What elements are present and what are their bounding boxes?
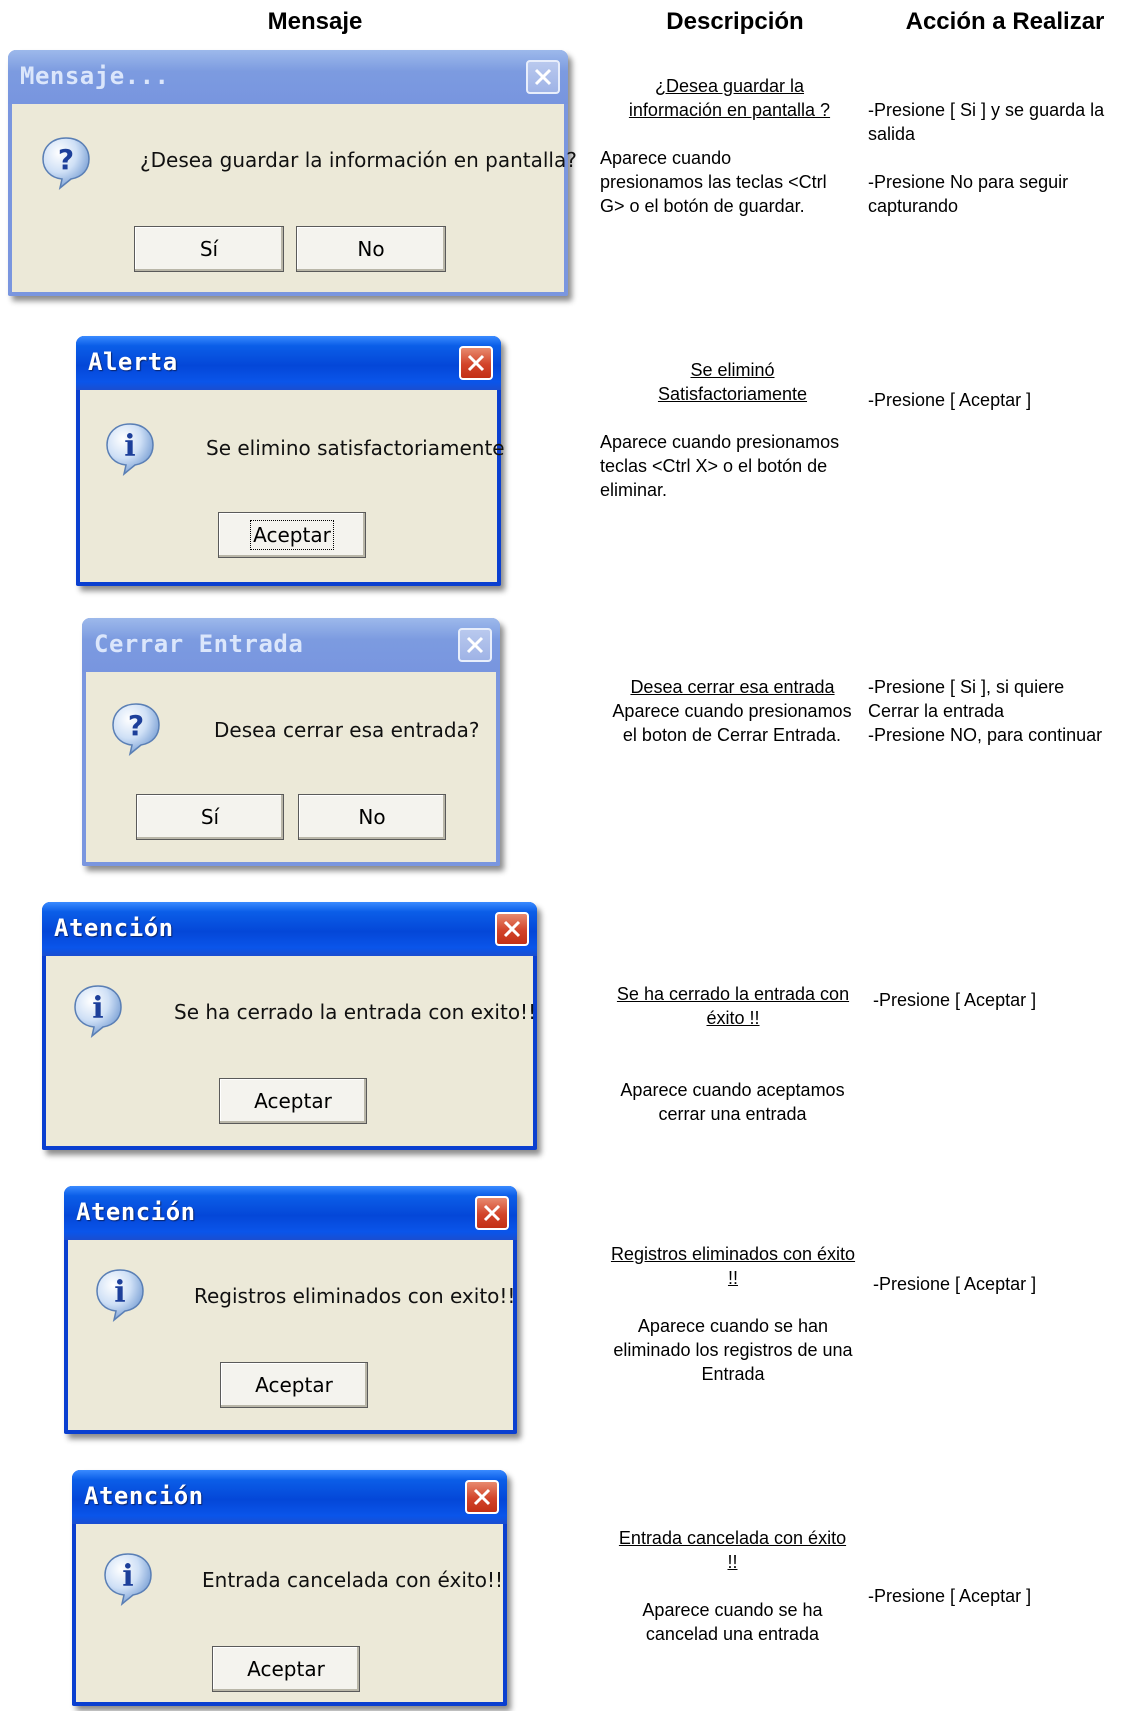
dialog-title: Atención xyxy=(54,914,174,942)
aceptar-button[interactable]: Aceptar xyxy=(218,512,366,558)
no-button[interactable]: No xyxy=(296,226,446,272)
no-button[interactable]: No xyxy=(298,794,446,840)
header-mensaje: Mensaje xyxy=(267,8,363,35)
dialog-titlebar: Atención xyxy=(42,902,537,956)
si-button[interactable]: Sí xyxy=(134,226,284,272)
info-icon: i xyxy=(74,985,122,1038)
dialog-guardar: Mensaje... ? ¿Desea guardar la informaci… xyxy=(8,50,577,296)
desc-body-1: Aparece cuando presionamos las teclas <C… xyxy=(600,148,827,216)
dialog-alerta: Alerta i Se elimino satisfactoriamente A… xyxy=(76,336,505,586)
action-3a: -Presione [ Si ], si quiere Cerrar la en… xyxy=(868,677,1065,721)
svg-text:?: ? xyxy=(128,709,144,742)
aceptar-button[interactable]: Aceptar xyxy=(219,1078,367,1124)
dialog-title: Alerta xyxy=(88,348,178,376)
close-button[interactable] xyxy=(526,60,560,94)
close-button[interactable] xyxy=(459,346,493,380)
dialog-message: Se ha cerrado la entrada con exito!! xyxy=(174,1000,537,1024)
header-accion: Acción a Realizar xyxy=(905,8,1105,35)
action-2a: -Presione [ Aceptar ] xyxy=(868,390,1032,410)
desc-title-4: Se ha cerrado la entrada con éxito !! xyxy=(616,984,850,1028)
desc-body-4: Aparece cuando aceptamos cerrar una entr… xyxy=(620,1080,845,1124)
action-1b: -Presione No para seguir capturando xyxy=(868,172,1069,216)
dialog-titlebar: Atención xyxy=(72,1470,507,1524)
svg-text:i: i xyxy=(92,991,103,1026)
dialog-title: Mensaje... xyxy=(20,62,170,90)
desc-body-6: Aparece cuando se ha cancelad una entrad… xyxy=(642,1600,823,1644)
info-icon: i xyxy=(96,1269,144,1322)
action-6a: -Presione [ Aceptar ] xyxy=(868,1586,1032,1606)
dialog-atencion-cerrado: Atención i Se ha cerrado la entrada con … xyxy=(42,902,537,1150)
dialog-title: Cerrar Entrada xyxy=(94,630,304,658)
desc-title-1: ¿Desea guardar la información en pantall… xyxy=(628,76,831,120)
question-icon: ? xyxy=(42,137,90,190)
desc-body-3: Aparece cuando presionamos el boton de C… xyxy=(612,701,852,745)
dialog-message: Se elimino satisfactoriamente xyxy=(206,436,505,460)
action-4a: -Presione [ Aceptar ] xyxy=(873,990,1037,1010)
desc-title-5: Registros eliminados con éxito !! xyxy=(610,1244,856,1288)
svg-text:i: i xyxy=(114,1275,125,1310)
dialog-message: Registros eliminados con exito!! xyxy=(194,1284,516,1308)
desc-body-5: Aparece cuando se han eliminado los regi… xyxy=(613,1316,853,1384)
close-button[interactable] xyxy=(495,912,529,946)
header-descripcion: Descripción xyxy=(666,8,804,35)
desc-title-3: Desea cerrar esa entrada xyxy=(630,677,835,697)
action-3b: -Presione NO, para continuar xyxy=(868,725,1103,745)
svg-text:i: i xyxy=(122,1559,133,1594)
close-icon xyxy=(466,636,484,654)
aceptar-button[interactable]: Aceptar xyxy=(220,1362,368,1408)
dialog-titlebar: Mensaje... xyxy=(8,50,568,104)
dialog-cerrar-entrada: Cerrar Entrada ? Desea cerrar esa entrad… xyxy=(82,618,500,866)
si-button[interactable]: Sí xyxy=(136,794,284,840)
dialog-title: Atención xyxy=(76,1198,196,1226)
action-1a: -Presione [ Si ] y se guarda la salida xyxy=(868,100,1105,144)
svg-text:?: ? xyxy=(58,143,74,176)
dialog-atencion-registros: Atención i Registros eliminados con exit… xyxy=(64,1186,517,1434)
action-5a: -Presione [ Aceptar ] xyxy=(873,1274,1037,1294)
dialog-message: Entrada cancelada con éxito!! xyxy=(202,1568,504,1592)
close-icon xyxy=(503,920,521,938)
close-icon xyxy=(467,354,485,372)
desc-body-2: Aparece cuando presionamos teclas <Ctrl … xyxy=(600,432,840,500)
svg-text:i: i xyxy=(124,429,135,464)
close-button[interactable] xyxy=(475,1196,509,1230)
dialog-message: ¿Desea guardar la información en pantall… xyxy=(140,148,577,172)
info-icon: i xyxy=(106,423,154,476)
aceptar-button[interactable]: Aceptar xyxy=(212,1646,360,1692)
dialog-title: Atención xyxy=(84,1482,204,1510)
dialog-titlebar: Alerta xyxy=(76,336,501,390)
close-icon xyxy=(483,1204,501,1222)
dialog-atencion-cancelada: Atención i Entrada cancelada con éxito!!… xyxy=(72,1470,507,1706)
close-icon xyxy=(534,68,552,86)
info-icon: i xyxy=(104,1553,152,1606)
dialog-titlebar: Atención xyxy=(64,1186,517,1240)
close-icon xyxy=(473,1488,491,1506)
dialog-titlebar: Cerrar Entrada xyxy=(82,618,500,672)
desc-title-6: Entrada cancelada con éxito !! xyxy=(618,1528,847,1572)
close-button[interactable] xyxy=(465,1480,499,1514)
dialog-message: Desea cerrar esa entrada? xyxy=(214,718,480,742)
desc-title-2: Se eliminó Satisfactoriamente xyxy=(657,360,808,404)
close-button[interactable] xyxy=(458,628,492,662)
question-icon: ? xyxy=(112,703,160,756)
